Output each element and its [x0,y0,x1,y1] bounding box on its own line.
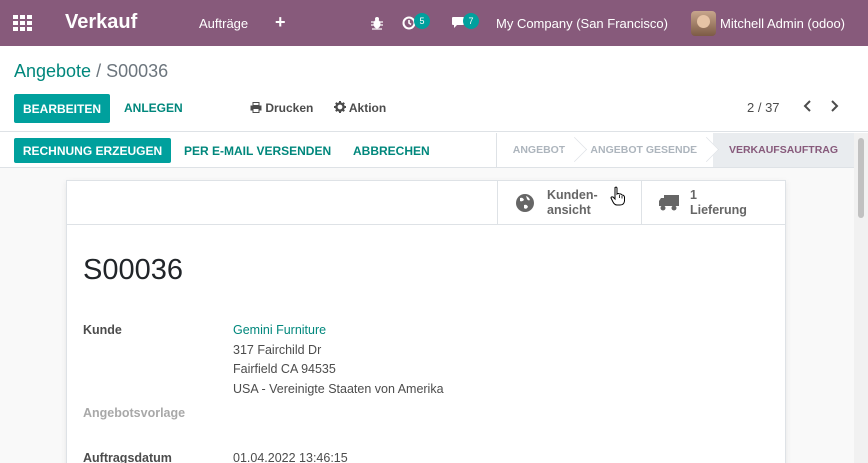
status-step-quotation[interactable]: ANGEBOT [497,133,581,167]
delivery-button[interactable]: 1 Lieferung [641,181,785,225]
globe-icon [516,194,534,212]
truck-icon [659,195,679,211]
debug-bug-icon[interactable] [370,16,384,30]
status-steps: ANGEBOT ANGEBOT GESENDET VERKAUFSAUFTRAG [496,133,854,167]
user-menu[interactable]: Mitchell Admin (odoo) [720,16,845,31]
print-label: Drucken [265,101,314,115]
form-statusbar: RECHNUNG ERZEUGEN PER E-MAIL VERSENDEN A… [0,133,854,168]
top-navbar: Verkauf Aufträge + 5 7 My Company (San F… [0,0,868,46]
scrollbar-thumb[interactable] [858,138,864,218]
order-title: S00036 [83,254,183,286]
create-button[interactable]: ANLEGEN [124,101,183,115]
cancel-order-button[interactable]: ABBRECHEN [353,144,430,158]
control-panel: Angebote / S00036 BEARBEITEN ANLEGEN Druck… [0,46,868,132]
customer-preview-label: Kunden- ansicht [547,188,598,217]
status-step-quotation-sent[interactable]: ANGEBOT GESENDET [581,133,713,167]
quotation-template-label: Angebotsvorlage [83,406,186,420]
breadcrumb-quotations-link[interactable]: Angebote [14,61,91,81]
action-label: Aktion [348,101,387,115]
breadcrumb: Angebote / S00036 [14,61,168,82]
print-icon [250,102,262,113]
activity-count-badge: 5 [414,13,430,29]
action-dropdown[interactable]: Aktion [334,101,386,115]
messages-count-badge: 7 [463,13,479,29]
delivery-label: 1 Lieferung [690,188,747,217]
order-date-label: Auftragsdatum [83,451,172,463]
menu-orders[interactable]: Aufträge [199,16,248,31]
customer-address-line1: 317 Fairchild Dr [233,343,322,357]
pager-next-icon[interactable] [825,96,843,116]
create-invoice-button[interactable]: RECHNUNG ERZEUGEN [14,138,171,163]
customer-address-line3: USA - Vereinigte Staaten von Amerika [233,382,444,396]
user-avatar[interactable] [691,11,716,36]
breadcrumb-current: S00036 [106,61,169,81]
customer-address-line2: Fairfield CA 94535 [233,362,336,376]
pager-previous-icon[interactable] [799,96,817,116]
print-dropdown[interactable]: Drucken [250,101,313,115]
company-switcher[interactable]: My Company (San Francisco) [496,16,668,31]
gear-icon [334,101,346,113]
form-sheet: Kunden- ansicht 1 Lieferung S00036 Kunde… [66,180,786,463]
apps-menu-icon[interactable] [13,15,32,31]
status-step-sales-order[interactable]: VERKAUFSAUFTRAG [713,133,854,167]
add-icon[interactable]: + [275,13,286,31]
edit-button[interactable]: BEARBEITEN [14,94,110,123]
app-name[interactable]: Verkauf [65,11,137,34]
customer-name-link[interactable]: Gemini Furniture [233,323,326,337]
smart-button-box: Kunden- ansicht 1 Lieferung [67,181,785,225]
send-email-button[interactable]: PER E-MAIL VERSENDEN [184,144,331,158]
customer-label: Kunde [83,323,122,337]
pager-value[interactable]: 2 / 37 [747,100,780,115]
breadcrumb-separator: / [96,61,102,81]
hand-pointer-cursor-icon [610,186,626,206]
order-date-value: 01.04.2022 13:46:15 [233,451,348,463]
